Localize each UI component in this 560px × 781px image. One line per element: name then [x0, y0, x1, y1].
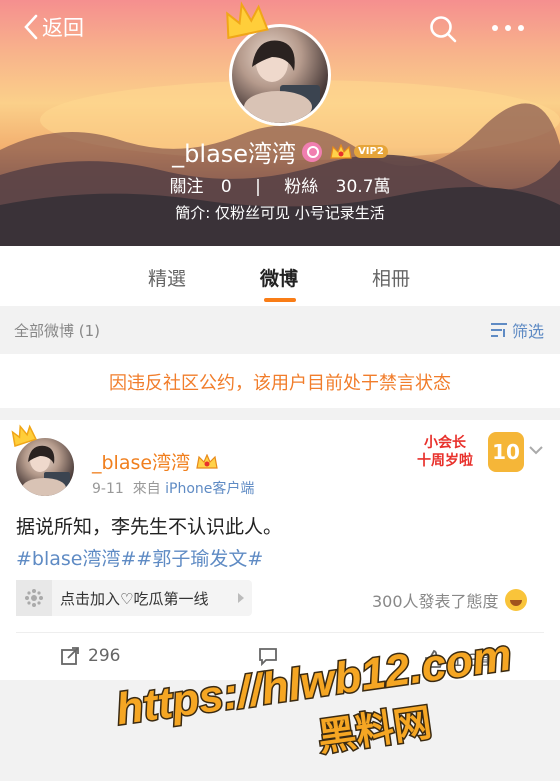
search-icon[interactable] [428, 14, 458, 44]
post-date: 9-11 [92, 481, 124, 497]
profile-username-row: _blase湾湾 VIP2 [0, 134, 560, 169]
profile-stats: 關注 0 | 粉絲 30.7萬 [0, 172, 560, 197]
followers-count: 30.7萬 [335, 177, 391, 197]
filter-button[interactable]: 筛选 [490, 318, 544, 342]
promo-text: 小会长 十周岁啦 [400, 428, 490, 478]
profile-avatar-container[interactable] [226, 1, 331, 126]
avatar-photo [244, 40, 320, 123]
post-divider [16, 632, 544, 633]
share-button[interactable]: 296 [60, 646, 120, 666]
post-source-prefix: 來自 [132, 481, 161, 497]
bottom-area [0, 680, 560, 781]
stats-separator: | [255, 177, 261, 197]
laugh-emoji-icon [504, 589, 527, 611]
following-link[interactable]: 關注 0 [163, 177, 237, 197]
vip-crown-icon[interactable] [330, 143, 352, 160]
back-button[interactable]: 返回 [24, 12, 84, 42]
tab-featured[interactable]: 精選 [148, 264, 186, 291]
post-source[interactable]: iPhone客户端 [165, 481, 254, 497]
filter-icon [491, 323, 507, 337]
chevron-left-icon [24, 14, 38, 40]
chevron-down-icon[interactable] [528, 444, 544, 456]
vip-crown-icon[interactable] [196, 453, 218, 470]
group-icon [16, 580, 52, 616]
post-author-name[interactable]: _blase湾湾 [92, 448, 190, 475]
profile-banner: 返回 _blase湾湾 VIP2 關注 0 | 粉絲 30.7萬 簡介: 仅粉丝… [0, 0, 560, 246]
vip-level-badge[interactable]: VIP2 [354, 145, 388, 158]
reactions-count: 300人發表了態度 [372, 592, 499, 611]
like-count: 1.3萬 [452, 651, 497, 671]
like-button[interactable]: 1.3萬 [424, 646, 496, 671]
active-tab-indicator [264, 298, 296, 302]
profile-bio: 簡介: 仅粉丝可见 小号记录生活 [175, 204, 385, 222]
followers-link[interactable]: 粉絲 30.7萬 [278, 177, 396, 197]
more-options-icon[interactable] [490, 20, 526, 36]
group-label: 点击加入♡吃瓜第一线 [60, 589, 209, 608]
tab-weibo[interactable]: 微博 [260, 264, 298, 291]
post-avatar-photo [22, 445, 70, 496]
hashtag-link[interactable]: #郭子瑜发文# [136, 548, 263, 570]
profile-username[interactable]: _blase湾湾 [172, 134, 296, 169]
filter-bar: 全部微博 (1) 筛选 [0, 306, 560, 354]
comment-button[interactable] [258, 646, 286, 666]
share-icon [61, 647, 79, 665]
promo-number: 10 [488, 432, 524, 472]
post-meta: 9-11 來自 iPhone客户端 [92, 478, 254, 498]
post-author-row: _blase湾湾 [92, 448, 218, 475]
tab-album[interactable]: 相冊 [372, 264, 410, 291]
weibo-post-card[interactable]: _blase湾湾 9-11 來自 iPhone客户端 小会长 十周岁啦 10 据… [0, 420, 560, 680]
anniversary-promo-badge[interactable]: 小会长 十周岁啦 10 [400, 428, 524, 478]
like-icon [425, 649, 444, 668]
share-count: 296 [88, 646, 121, 666]
following-count: 0 [220, 177, 232, 197]
chevron-right-icon [238, 593, 244, 603]
back-label: 返回 [42, 16, 84, 40]
filter-label: 筛选 [512, 322, 545, 341]
profile-tabs: 精選 微博 相冊 [0, 246, 560, 306]
followers-label: 粉絲 [284, 177, 319, 197]
hashtag-link[interactable]: #blase湾湾# [16, 548, 136, 570]
post-avatar-container[interactable] [11, 424, 74, 496]
reactions-summary[interactable]: 300人發表了態度 [372, 588, 527, 612]
join-group-chip[interactable]: 点击加入♡吃瓜第一线 [16, 580, 252, 616]
promo-line-1: 小会长 [424, 435, 466, 451]
post-body: 据说所知，李先生不认识此人。 [16, 516, 283, 538]
all-weibo-count: 全部微博 (1) [14, 322, 101, 340]
verified-badge-icon[interactable] [302, 141, 323, 162]
promo-line-2: 十周岁啦 [417, 453, 473, 469]
post-hashtags: #blase湾湾##郭子瑜发文# [16, 544, 263, 571]
ban-notice: 因违反社区公约，该用户目前处于禁言状态 [0, 354, 560, 408]
comment-icon [259, 648, 277, 666]
post-avatar[interactable] [16, 438, 74, 496]
following-label: 關注 [169, 177, 204, 197]
